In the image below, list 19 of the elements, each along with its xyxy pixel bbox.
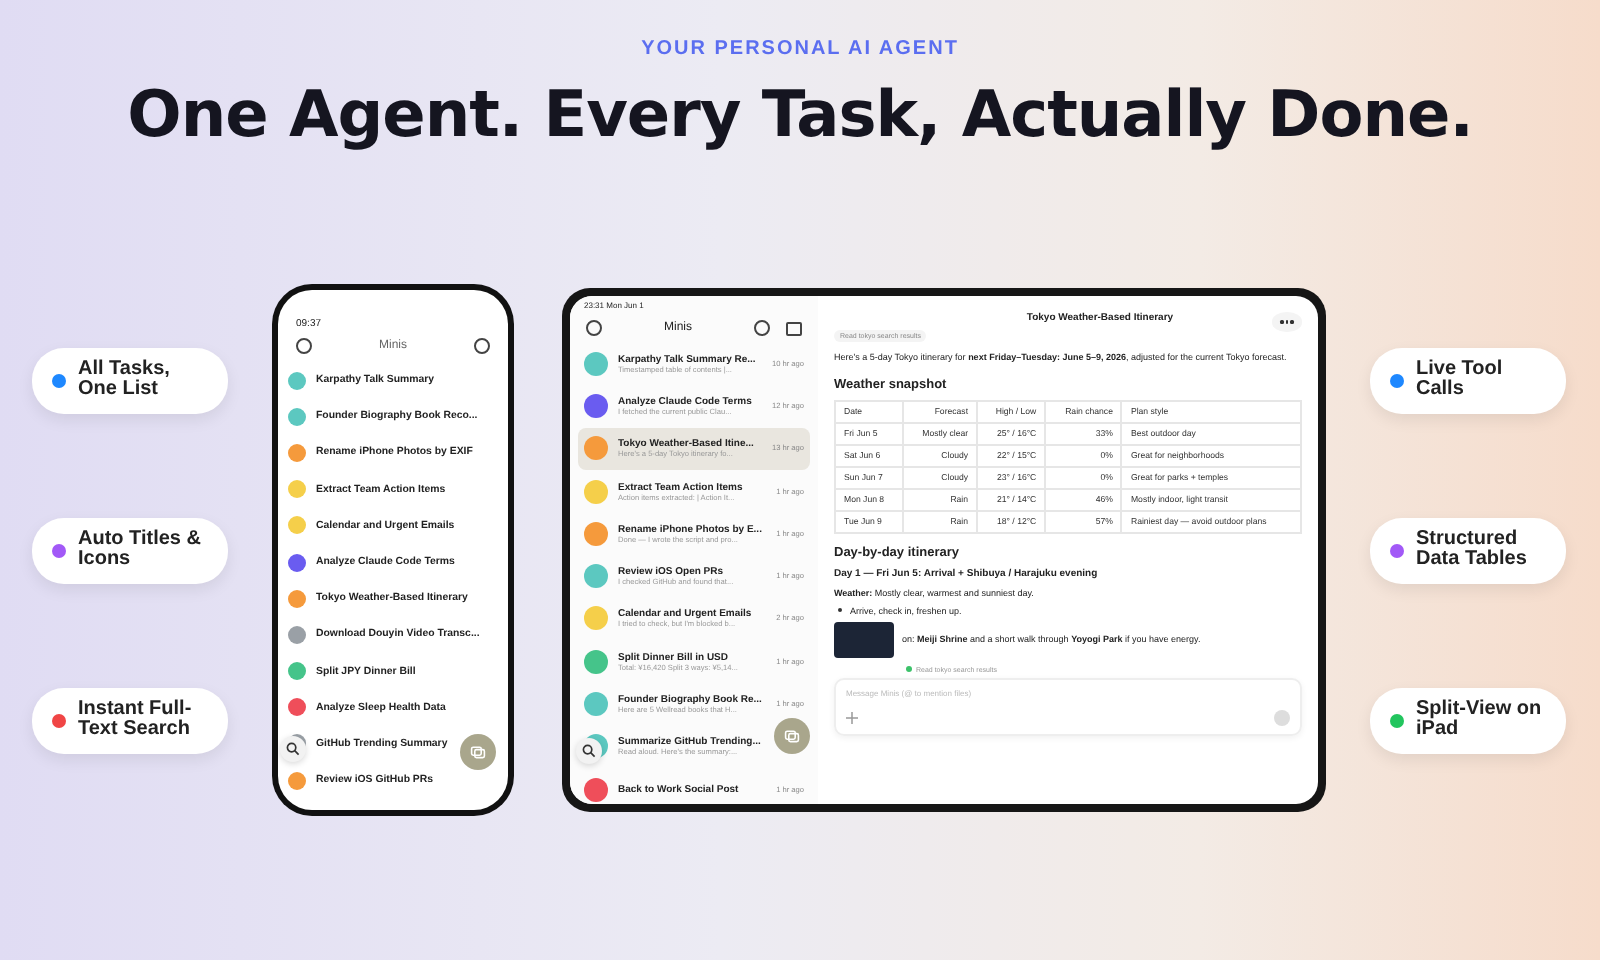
sidebar-toggle-icon[interactable]	[786, 321, 802, 335]
headline: One Agent. Every Task, Actually Done.	[125, 76, 1475, 152]
search-icon	[286, 742, 300, 756]
feature-label: Split-View on iPad	[1416, 699, 1544, 741]
add-icon[interactable]	[846, 711, 858, 724]
chat-icon	[470, 744, 486, 760]
search-button[interactable]	[576, 738, 602, 764]
feature-label: Structured Data Tables	[1416, 529, 1529, 571]
feature-label: Instant Full-Text Search	[78, 699, 194, 741]
check-icon	[906, 666, 912, 673]
eyebrow-text: YOUR PERSONAL AI AGENT	[639, 38, 961, 60]
video-thumbnail[interactable]	[834, 621, 894, 658]
feature-label: All Tasks, One List	[78, 359, 172, 401]
chat-icon	[784, 728, 800, 744]
feature-label: Auto Titles & Icons	[78, 529, 203, 571]
search-icon	[582, 744, 596, 758]
more-icon[interactable]	[1272, 312, 1302, 331]
feature-label: Live Tool Calls	[1416, 359, 1505, 401]
search-button[interactable]	[280, 736, 306, 762]
